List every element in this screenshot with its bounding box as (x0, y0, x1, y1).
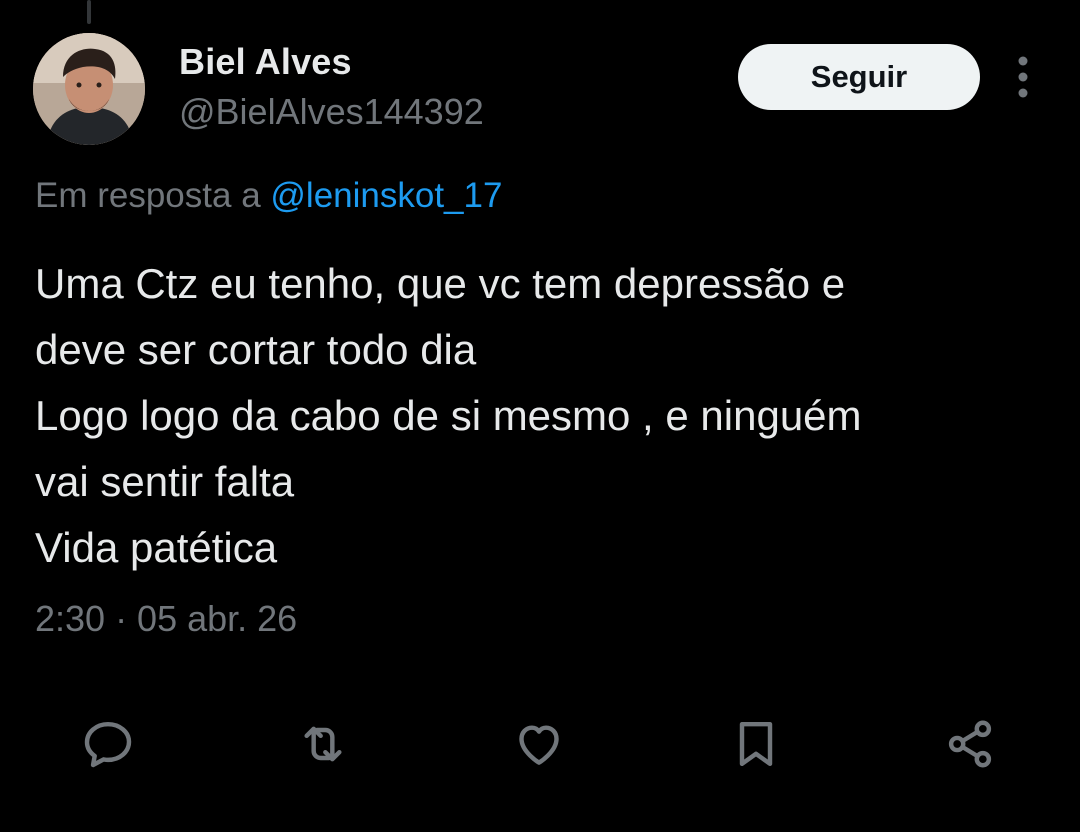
reply-icon (84, 721, 132, 768)
share-icon (948, 720, 992, 768)
tweet-text-line: Logo logo da cabo de si mesmo , e ningué… (35, 392, 862, 439)
reply-mention-link[interactable]: @leninskot_17 (270, 176, 502, 215)
tweet-text-line: Uma Ctz eu tenho, que vc tem depressão e (35, 260, 846, 307)
avatar[interactable] (33, 33, 145, 145)
tweet-timestamp[interactable]: 2:30 · 05 abr. 26 (35, 598, 297, 640)
heart-icon (519, 725, 559, 765)
tweet-text-line: Vida patética (35, 524, 278, 571)
reply-context: Em resposta a @leninskot_17 (35, 176, 502, 216)
reply-prefix: Em resposta a (35, 176, 261, 215)
author-handle[interactable]: @BielAlves144392 (179, 91, 484, 133)
retweet-button[interactable] (291, 712, 355, 776)
like-button[interactable] (507, 712, 571, 776)
thread-connector-line (87, 0, 91, 24)
reply-button[interactable] (76, 712, 140, 776)
tweet-text: Uma Ctz eu tenho, que vc tem depressão e… (35, 251, 1045, 581)
bookmark-icon (739, 721, 773, 767)
bookmark-button[interactable] (724, 712, 788, 776)
action-bar (0, 712, 1080, 776)
avatar-photo (33, 33, 145, 145)
author-name[interactable]: Biel Alves (179, 41, 352, 83)
follow-button[interactable]: Seguir (738, 44, 980, 110)
share-button[interactable] (938, 712, 1002, 776)
more-options-button[interactable] (1011, 55, 1035, 99)
retweet-icon (304, 726, 342, 762)
tweet-text-line: vai sentir falta (35, 458, 295, 505)
more-vertical-icon (1018, 56, 1028, 98)
tweet-text-line: deve ser cortar todo dia (35, 326, 477, 373)
tweet-header: Biel Alves @BielAlves144392 Seguir (33, 33, 1040, 145)
